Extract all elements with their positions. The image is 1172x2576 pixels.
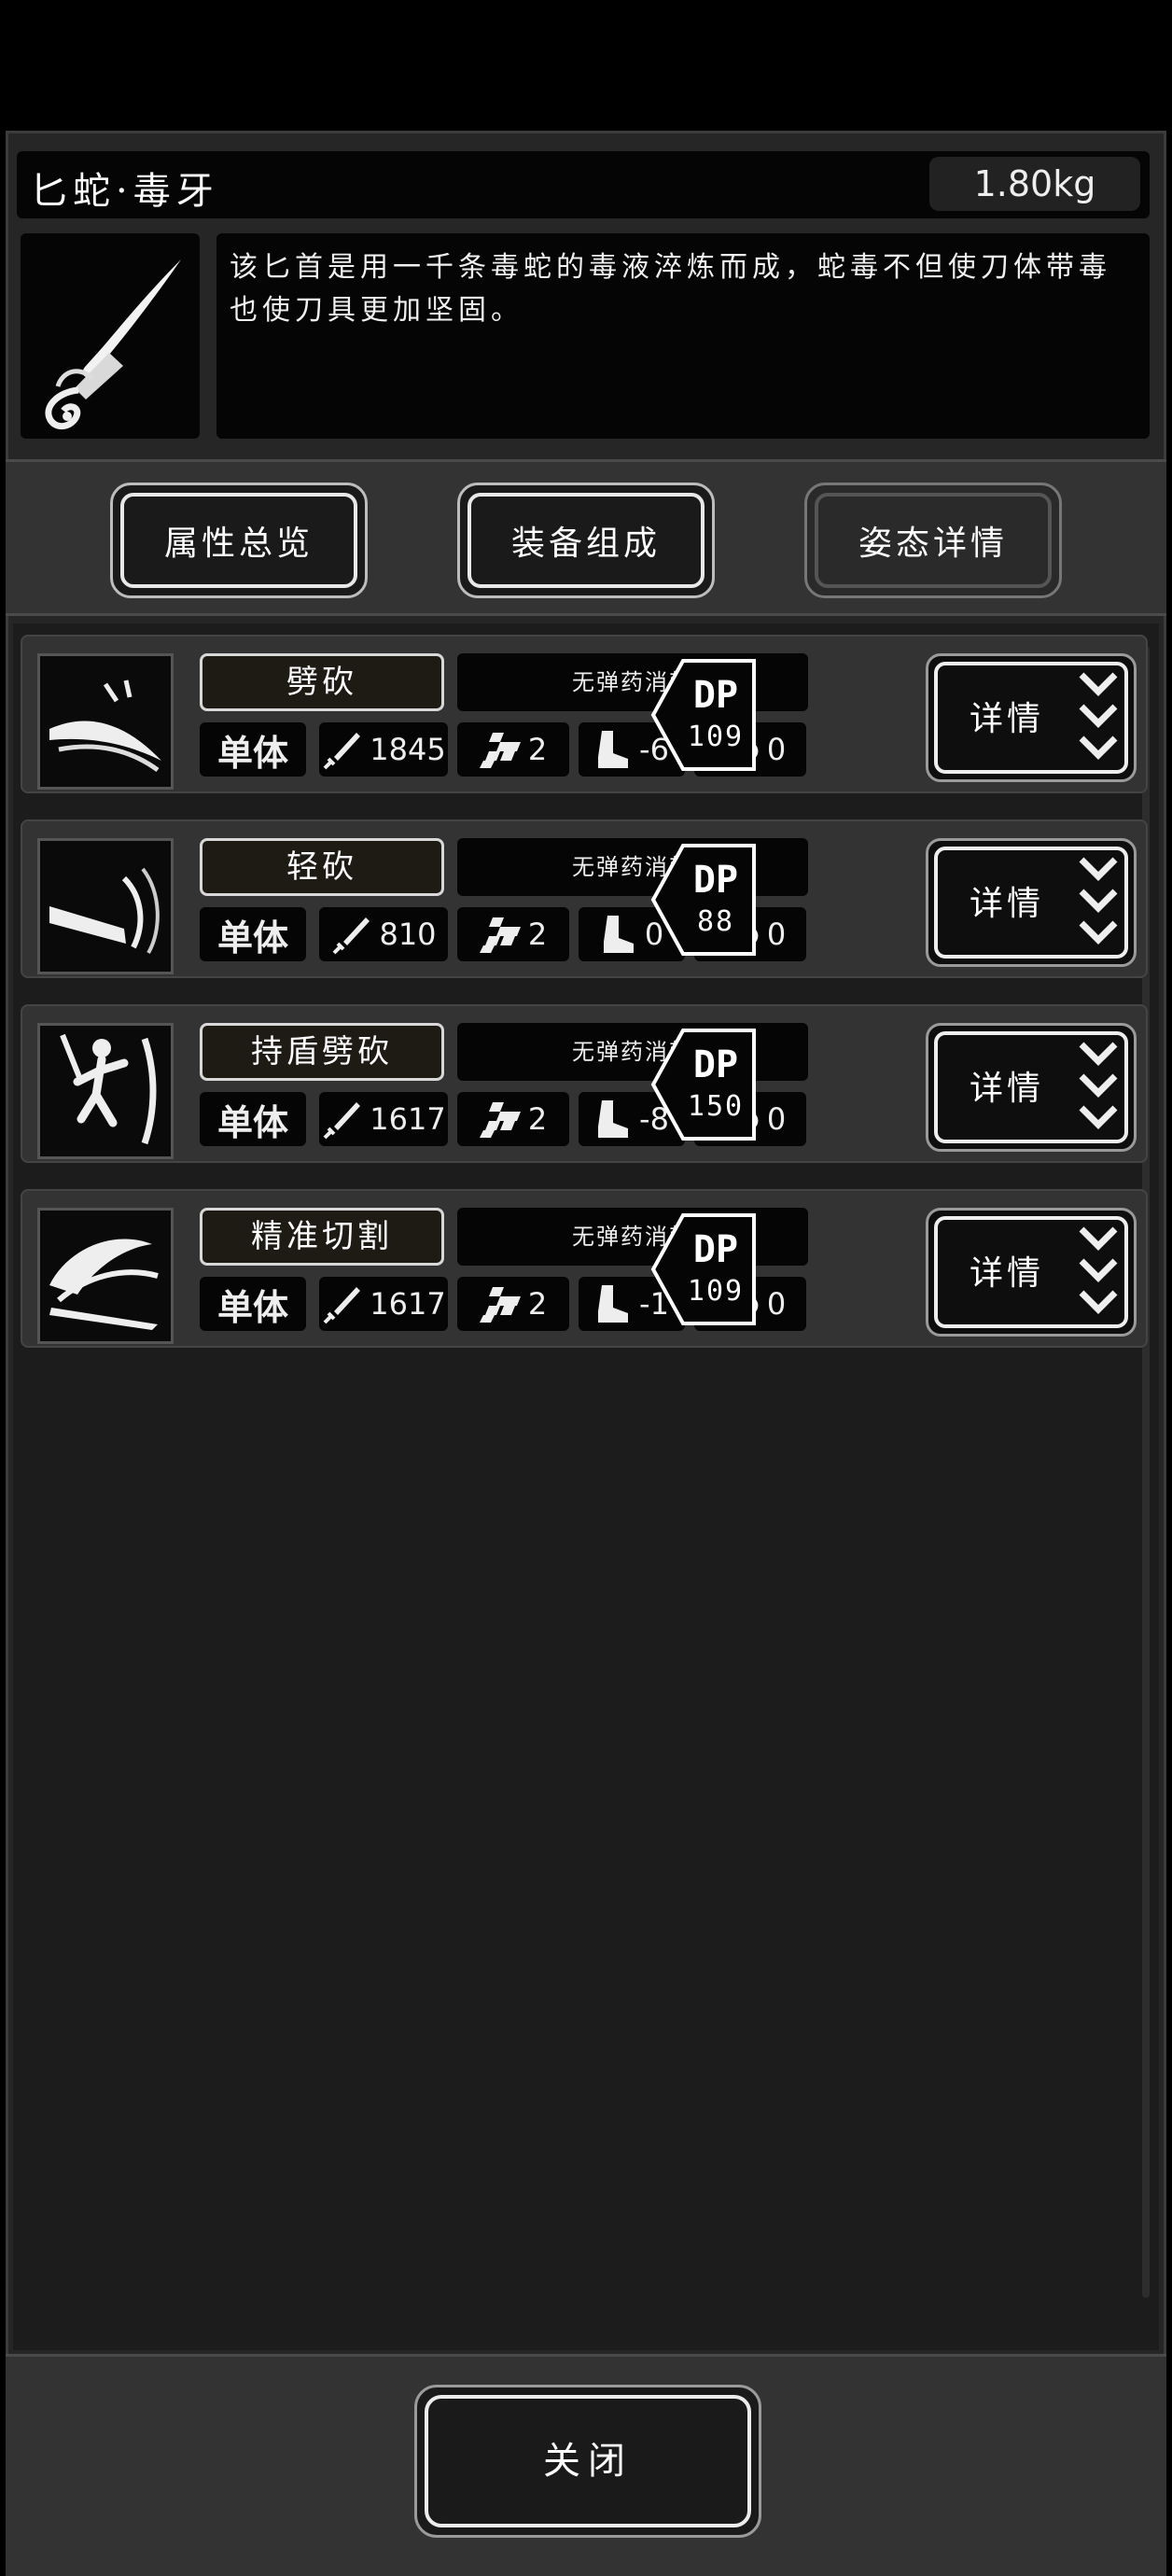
damage-value: 1617 (370, 1101, 446, 1137)
target-type: 单体 (200, 722, 306, 777)
details-label: 详情 (970, 1254, 1045, 1293)
mind-value: 0 (766, 917, 787, 952)
checker-icon (479, 733, 521, 768)
sword-icon (323, 1102, 361, 1140)
chevron-down-icon (1079, 672, 1118, 760)
skill-row: 精准切割 无弹药消耗 单体 1617 2 -1 0 DP 109 详情 (21, 1189, 1148, 1348)
hit-stat: 2 (457, 907, 569, 961)
dp-value: 88 (696, 905, 735, 938)
boot-icon (598, 1285, 629, 1323)
tab-bar: 属性总览 装备组成 姿态详情 (6, 459, 1166, 616)
boot-icon (603, 916, 634, 953)
tab-attributes-overview[interactable]: 属性总览 (110, 483, 368, 598)
sword-icon (333, 917, 370, 955)
skill-name: 轻砍 (200, 838, 444, 896)
boot-icon (598, 1100, 629, 1138)
close-label: 关闭 (543, 2440, 633, 2483)
skill-row: 劈砍 无弹药消耗 单体 1845 2 -6 0 DP 109 详情 (21, 635, 1148, 793)
tab-stance-details[interactable]: 姿态详情 (804, 483, 1062, 598)
boot-icon (598, 731, 629, 768)
damage-value: 810 (379, 917, 437, 952)
skill-name: 劈砍 (200, 653, 444, 711)
dp-value: 109 (687, 1275, 745, 1308)
hit-stat: 2 (457, 722, 569, 777)
dp-badge: DP 88 (649, 842, 758, 958)
damage-stat: 1617 (319, 1092, 448, 1146)
tab-label: 姿态详情 (858, 525, 1008, 563)
tab-label: 装备组成 (510, 525, 661, 563)
dp-badge: DP 150 (649, 1027, 758, 1142)
skill-row: 持盾劈砍 无弹药消耗 单体 1617 2 -8 0 DP 150 详情 (21, 1004, 1148, 1163)
sword-icon (323, 733, 361, 770)
checker-icon (479, 1102, 521, 1138)
dp-label: DP (692, 1043, 739, 1086)
precise-cut-icon (37, 1208, 174, 1344)
dp-label: DP (692, 859, 739, 902)
chevron-down-icon (1079, 1226, 1118, 1314)
checker-icon (479, 917, 521, 953)
tab-label: 属性总览 (163, 525, 314, 563)
sword-icon (323, 1287, 361, 1324)
damage-value: 1617 (370, 1286, 446, 1322)
skill-row: 轻砍 无弹药消耗 单体 810 2 0 0 DP 88 详情 (21, 819, 1148, 978)
dp-label: DP (692, 674, 739, 717)
item-header: 匕蛇·毒牙 1.80kg (17, 151, 1150, 218)
target-type: 单体 (200, 1277, 306, 1331)
skill-name: 精准切割 (200, 1208, 444, 1266)
mind-value: 0 (766, 1286, 787, 1322)
hit-value: 2 (527, 732, 548, 767)
checker-icon (479, 1287, 521, 1323)
mind-value: 0 (766, 1101, 787, 1137)
mind-value: 0 (766, 732, 787, 767)
target-type: 单体 (200, 907, 306, 961)
damage-stat: 1845 (319, 722, 448, 777)
details-button[interactable]: 详情 (926, 1208, 1137, 1337)
tab-equipment-composition[interactable]: 装备组成 (457, 483, 715, 598)
details-button[interactable]: 详情 (926, 838, 1137, 967)
dp-badge: DP 109 (649, 1211, 758, 1327)
hit-value: 2 (527, 1101, 548, 1137)
hit-stat: 2 (457, 1277, 569, 1331)
details-label: 详情 (970, 700, 1045, 738)
hit-value: 2 (527, 917, 548, 952)
chevron-down-icon (1079, 857, 1118, 945)
dp-badge: DP 109 (649, 657, 758, 773)
skill-list[interactable]: 劈砍 无弹药消耗 单体 1845 2 -6 0 DP 109 详情 轻砍 无弹药… (13, 623, 1159, 2350)
skill-stats: 精准切割 无弹药消耗 单体 1617 2 -1 0 (192, 1204, 911, 1344)
skill-stats: 劈砍 无弹药消耗 单体 1845 2 -6 0 (192, 650, 911, 790)
item-weight: 1.80kg (929, 157, 1140, 211)
light-slash-icon (37, 838, 174, 974)
close-button[interactable]: 关闭 (414, 2385, 761, 2538)
skill-name: 持盾劈砍 (200, 1023, 444, 1081)
footer-bar: 关闭 (6, 2354, 1166, 2576)
dp-value: 150 (687, 1090, 745, 1123)
serpent-dagger-icon (45, 259, 181, 430)
item-description: 该匕首是用一千条毒蛇的毒液淬炼而成，蛇毒不但使刀体带毒也使刀具更加坚固。 (216, 233, 1150, 439)
slash-impact-icon (37, 653, 174, 790)
details-button[interactable]: 详情 (926, 1023, 1137, 1152)
damage-stat: 1617 (319, 1277, 448, 1331)
chevron-down-icon (1079, 1042, 1118, 1129)
damage-stat: 810 (319, 907, 448, 961)
skill-stats: 持盾劈砍 无弹药消耗 单体 1617 2 -8 0 (192, 1019, 911, 1159)
details-label: 详情 (970, 1070, 1045, 1108)
details-label: 详情 (970, 885, 1045, 923)
dp-label: DP (692, 1228, 739, 1271)
details-button[interactable]: 详情 (926, 653, 1137, 782)
hit-value: 2 (527, 1286, 548, 1322)
item-name: 匕蛇·毒牙 (30, 170, 219, 213)
dp-value: 109 (687, 721, 745, 753)
damage-value: 1845 (370, 732, 446, 767)
skill-stats: 轻砍 无弹药消耗 单体 810 2 0 0 (192, 834, 911, 974)
target-type: 单体 (200, 1092, 306, 1146)
hit-stat: 2 (457, 1092, 569, 1146)
item-icon-frame (21, 233, 200, 439)
shield-slash-figure-icon (37, 1023, 174, 1159)
